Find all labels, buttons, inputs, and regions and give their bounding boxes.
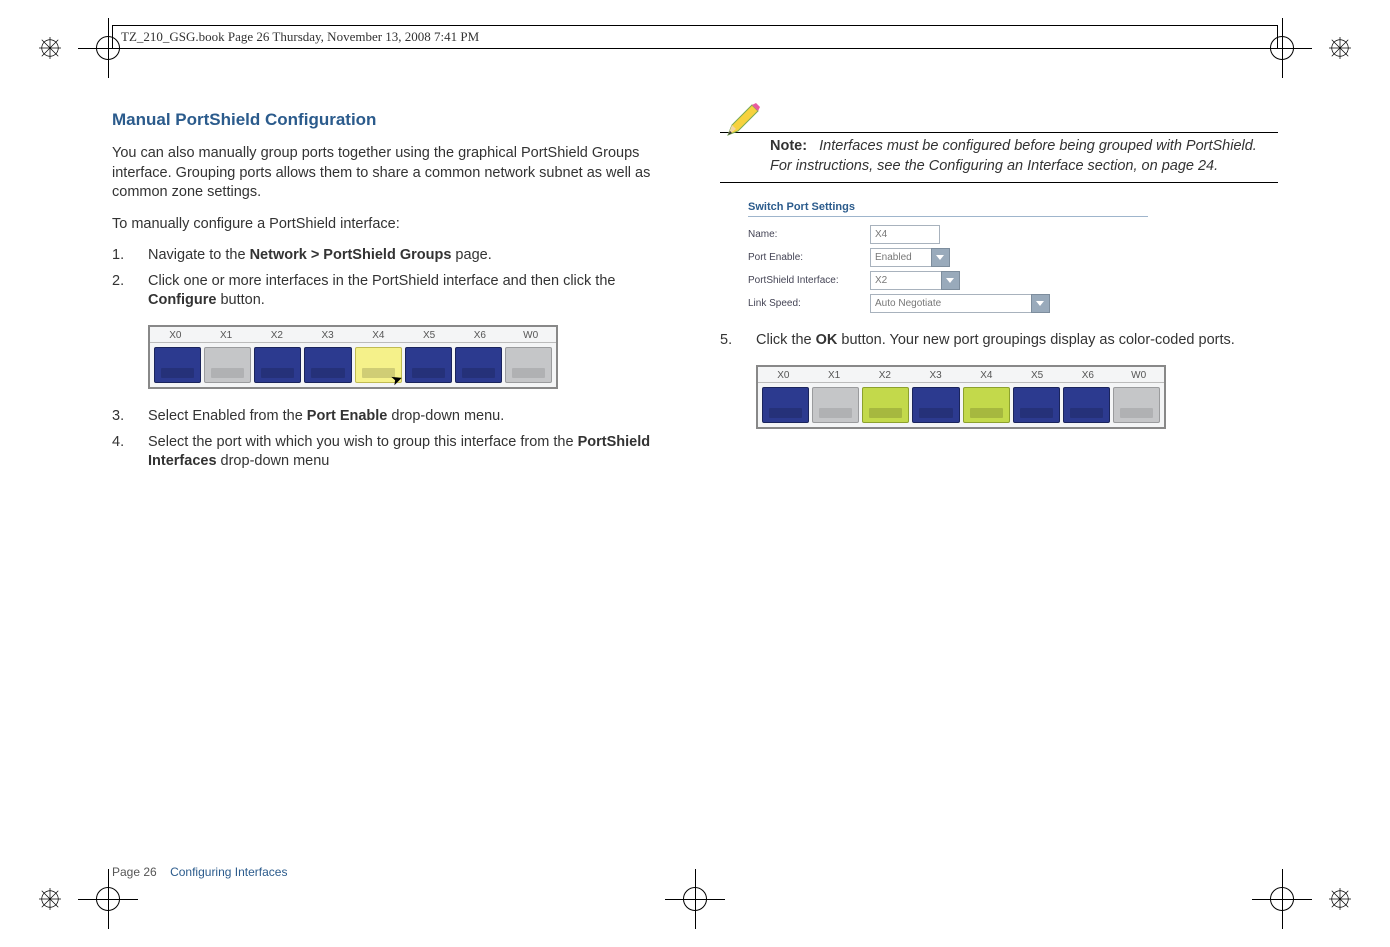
register-mark <box>1252 869 1312 929</box>
port-enable-select: Enabled <box>870 248 932 267</box>
step-5: Click the OK button. Your new port group… <box>720 331 1278 351</box>
link-speed-select: Auto Negotiate <box>870 294 1032 313</box>
page-footer: Page 26 Configuring Interfaces <box>112 865 287 879</box>
note-block: Note: Interfaces must be configured befo… <box>720 132 1278 183</box>
port-icon <box>455 347 502 383</box>
port-label: X2 <box>860 367 911 382</box>
step-1: Navigate to the Network > PortShield Gro… <box>112 246 670 266</box>
port-label: X5 <box>404 327 455 342</box>
port-icon <box>505 347 552 383</box>
crop-mark <box>1310 18 1370 78</box>
right-column: Note: Interfaces must be configured befo… <box>720 100 1278 867</box>
port-icon <box>1013 387 1060 423</box>
step-2: Click one or more interfaces in the Port… <box>112 272 670 311</box>
steps-list-left: Navigate to the Network > PortShield Gro… <box>112 246 670 311</box>
port-label: X3 <box>910 367 961 382</box>
crop-mark <box>20 869 80 929</box>
port-label: X6 <box>1063 367 1114 382</box>
port-icon <box>154 347 201 383</box>
ports-row <box>758 383 1164 427</box>
port-icon <box>204 347 251 383</box>
chevron-down-icon <box>1031 294 1050 313</box>
register-mark <box>665 869 725 929</box>
port-label: X1 <box>809 367 860 382</box>
chevron-down-icon <box>931 248 950 267</box>
name-label: Name: <box>748 229 870 240</box>
steps-list-left-cont: Select Enabled from the Port Enable drop… <box>112 407 670 472</box>
document-header: TZ_210_GSG.book Page 26 Thursday, Novemb… <box>112 25 1278 49</box>
port-labels-row: X0 X1 X2 X3 X4 X5 X6 W0 <box>758 367 1164 383</box>
footer-section: Configuring Interfaces <box>170 865 287 879</box>
document-header-text: TZ_210_GSG.book Page 26 Thursday, Novemb… <box>121 29 479 45</box>
cursor-icon: ➤ <box>388 369 405 389</box>
note-body: Interfaces must be configured before bei… <box>770 138 1257 174</box>
steps-list-right: Click the OK button. Your new port group… <box>720 331 1278 351</box>
port-icon: ➤ <box>355 347 402 383</box>
port-labels-row: X0 X1 X2 X3 X4 X5 X6 W0 <box>150 327 556 343</box>
port-label: X2 <box>252 327 303 342</box>
note-label: Note: <box>770 138 807 154</box>
port-icon <box>254 347 301 383</box>
port-label: W0 <box>505 327 556 342</box>
port-icon <box>963 387 1010 423</box>
step-3: Select Enabled from the Port Enable drop… <box>112 407 670 427</box>
page-content: Manual PortShield Configuration You can … <box>112 100 1278 867</box>
step-4: Select the port with which you wish to g… <box>112 433 670 472</box>
portshield-interface-label: PortShield Interface: <box>748 275 870 286</box>
pencil-icon <box>722 101 762 141</box>
port-icon <box>1063 387 1110 423</box>
port-enable-label: Port Enable: <box>748 252 870 263</box>
port-label: X4 <box>353 327 404 342</box>
port-label: X5 <box>1012 367 1063 382</box>
footer-page: Page 26 <box>112 865 157 879</box>
ports-row: ➤ <box>150 343 556 387</box>
left-column: Manual PortShield Configuration You can … <box>112 100 670 867</box>
port-icon <box>812 387 859 423</box>
port-label: X6 <box>455 327 506 342</box>
port-icon <box>862 387 909 423</box>
switch-port-settings-dialog: Switch Port Settings Name: X4 Port Enabl… <box>748 201 1148 313</box>
intro-paragraph: You can also manually group ports togeth… <box>112 144 670 203</box>
section-heading: Manual PortShield Configuration <box>112 110 670 130</box>
name-field: X4 <box>870 225 940 244</box>
portshield-interface-select: X2 <box>870 271 942 290</box>
dialog-title: Switch Port Settings <box>748 201 1148 217</box>
port-label: W0 <box>1113 367 1164 382</box>
link-speed-label: Link Speed: <box>748 298 870 309</box>
port-panel-figure-2: X0 X1 X2 X3 X4 X5 X6 W0 <box>756 365 1166 429</box>
crop-mark <box>1310 869 1370 929</box>
port-label: X1 <box>201 327 252 342</box>
port-panel-figure-1: X0 X1 X2 X3 X4 X5 X6 W0 ➤ <box>148 325 558 389</box>
steps-preamble: To manually configure a PortShield inter… <box>112 215 670 235</box>
port-icon <box>762 387 809 423</box>
port-icon <box>912 387 959 423</box>
port-icon <box>405 347 452 383</box>
port-icon <box>1113 387 1160 423</box>
port-label: X0 <box>758 367 809 382</box>
port-label: X4 <box>961 367 1012 382</box>
port-icon <box>304 347 351 383</box>
port-label: X0 <box>150 327 201 342</box>
crop-mark <box>20 18 80 78</box>
port-label: X3 <box>302 327 353 342</box>
chevron-down-icon <box>941 271 960 290</box>
